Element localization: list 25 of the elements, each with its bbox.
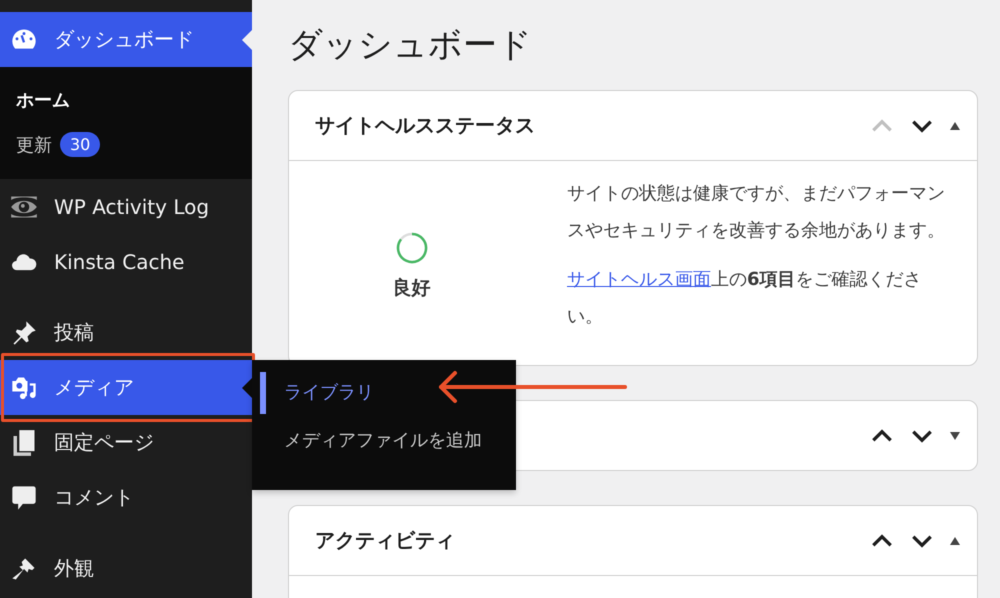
- submenu-item[interactable]: ホーム: [0, 77, 252, 122]
- site-health-link[interactable]: サイトヘルス画面: [567, 269, 711, 290]
- menu-item[interactable]: 外観: [0, 541, 252, 596]
- speech-bubble-icon: [10, 484, 38, 512]
- pointer-notch: [242, 30, 252, 50]
- progress-ring-icon: [394, 231, 428, 265]
- description-text: サイトヘルス画面上の6項目をご確認ください。: [567, 268, 923, 329]
- menu-item[interactable]: 固定ページ: [0, 415, 252, 470]
- triangle-up-icon[interactable]: [949, 536, 961, 546]
- menu-item[interactable]: 投稿: [0, 305, 252, 360]
- count-badge: 30: [60, 132, 100, 157]
- triangle-down-icon[interactable]: [949, 430, 961, 440]
- status-label: 良好: [392, 276, 430, 301]
- widget-title: サイトヘルスステータス: [315, 112, 535, 139]
- submenu-item[interactable]: 更新 30: [0, 122, 252, 167]
- submenu-item[interactable]: メディアファイルを追加: [260, 420, 516, 462]
- description-text: サイトの状態は健康ですが、まだパフォーマンスやセキュリティを改善する余地があります。: [567, 182, 946, 243]
- triangle-up-icon[interactable]: [949, 120, 961, 130]
- menu-item[interactable]: コメント: [0, 470, 252, 525]
- menu-item[interactable]: ダッシュボード: [0, 12, 252, 67]
- menu-item[interactable]: Kinsta Cache: [0, 234, 252, 289]
- menu-item[interactable]: メディア: [0, 360, 252, 415]
- page-title: ダッシュボード: [288, 24, 533, 67]
- widget-title: アクティビティ: [315, 527, 455, 554]
- menu-item[interactable]: WP Activity Log: [0, 179, 252, 234]
